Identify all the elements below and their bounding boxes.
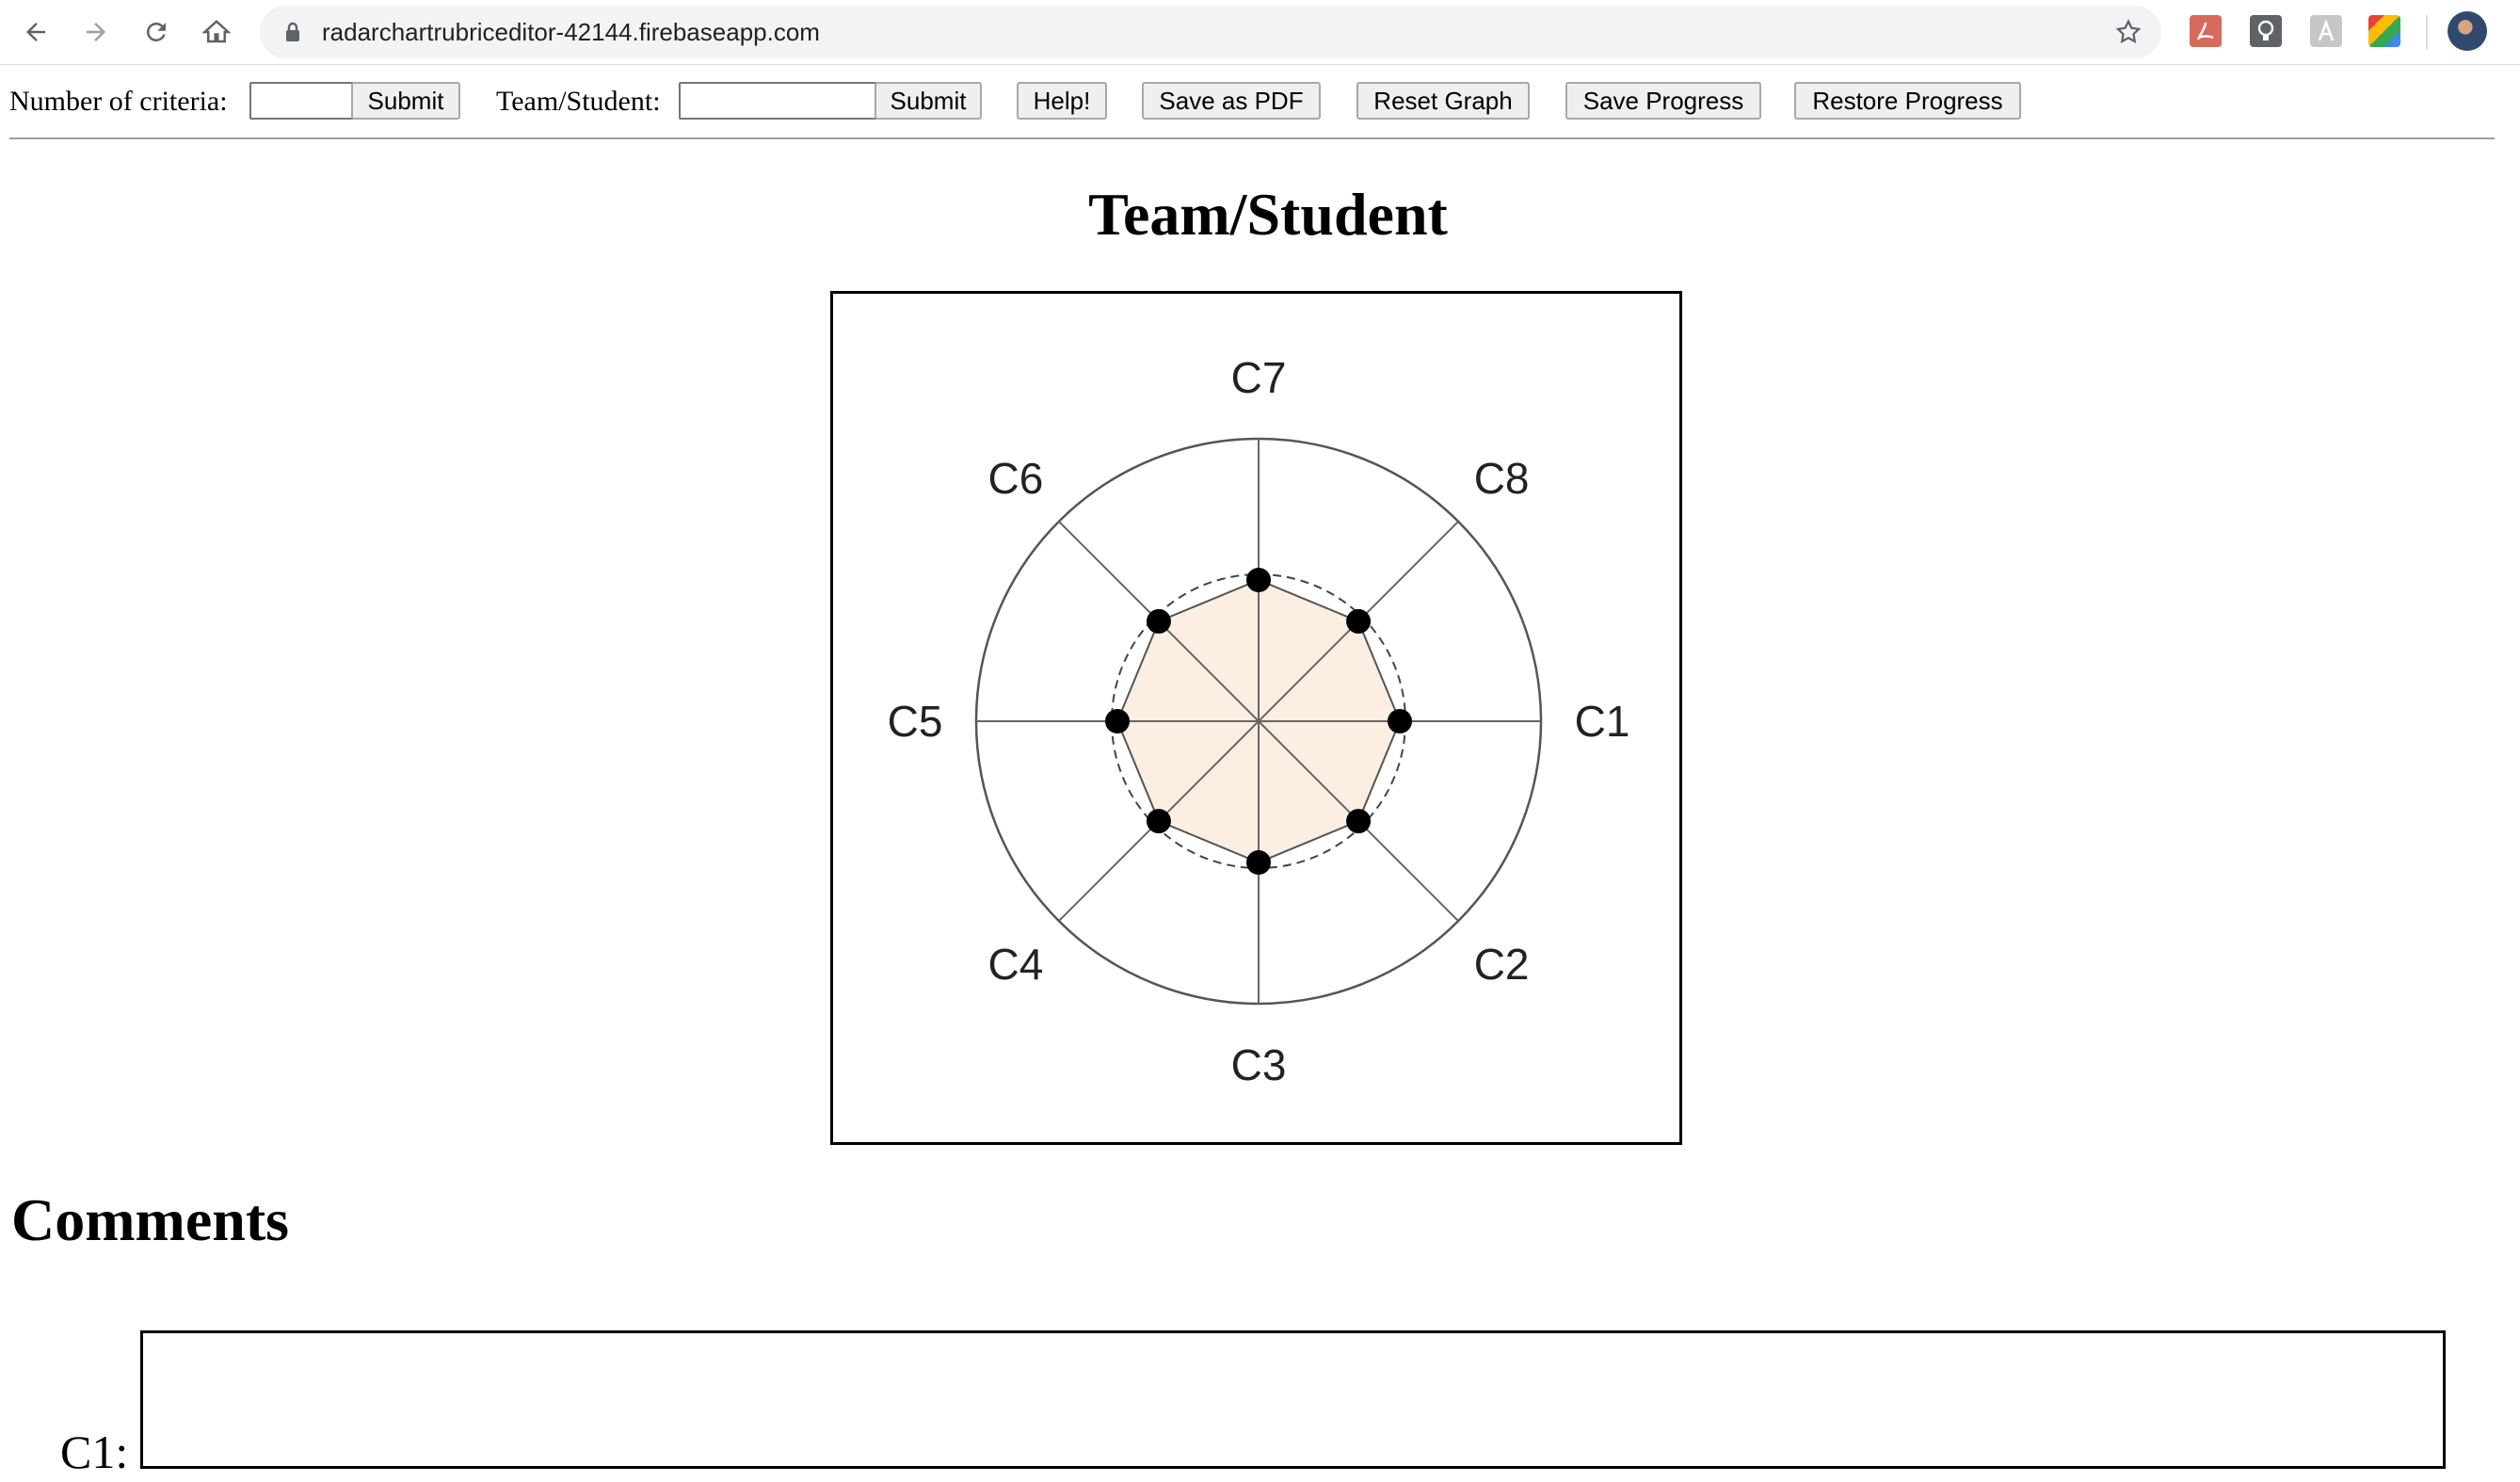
back-arrow-icon[interactable] [15,11,56,53]
comments-heading: Comments [11,1186,290,1253]
radar-point-c3[interactable] [1246,850,1271,875]
radar-label-c2: C2 [1474,940,1530,989]
pdf-extension-icon[interactable] [2190,15,2222,47]
radar-chart-frame: C1 C2 C3 C4 C5 C6 C7 C8 [830,291,1682,1145]
reset-graph-button[interactable]: Reset Graph [1356,82,1530,120]
save-pdf-button[interactable]: Save as PDF [1142,82,1321,120]
radar-label-c8: C8 [1474,454,1530,503]
radar-label-c4: C4 [987,940,1043,989]
criteria-input[interactable] [249,82,353,120]
lightbulb-extension-icon[interactable] [2250,15,2282,47]
toolbar-divider-rule [9,137,2495,139]
profile-avatar[interactable] [2448,11,2487,51]
comment-input-c1[interactable] [140,1330,2446,1469]
radar-chart[interactable]: C1 C2 C3 C4 C5 C6 C7 C8 [833,294,1679,1142]
toolbar-divider [2426,15,2428,49]
forward-arrow-icon[interactable] [75,11,117,53]
controls-toolbar: Number of criteria: Submit Team/Student:… [0,77,2520,128]
criteria-submit-button[interactable]: Submit [351,82,460,120]
home-icon[interactable] [196,11,237,53]
lock-icon [284,21,301,48]
color-extension-icon[interactable] [2368,15,2400,47]
url-text: radarchartrubriceditor-42144.firebaseapp… [322,18,820,46]
comment-label-c1: C1: [60,1426,129,1478]
address-bar[interactable]: radarchartrubriceditor-42144.firebaseapp… [260,6,2161,58]
radar-label-c3: C3 [1231,1040,1287,1089]
restore-progress-button[interactable]: Restore Progress [1794,82,2021,120]
radar-label-c7: C7 [1231,353,1287,402]
radar-point-c1[interactable] [1388,709,1412,733]
team-student-label: Team/Student: [496,86,661,117]
a-extension-icon[interactable] [2310,15,2342,47]
criteria-label: Number of criteria: [9,86,228,117]
radar-point-c2[interactable] [1346,809,1372,834]
browser-toolbar: radarchartrubriceditor-42144.firebaseapp… [0,0,2520,65]
reload-icon[interactable] [136,11,177,53]
radar-point-c7[interactable] [1246,568,1271,592]
radar-label-c5: C5 [888,697,943,746]
help-button[interactable]: Help! [1017,82,1107,120]
radar-point-c4[interactable] [1146,809,1171,834]
radar-point-c8[interactable] [1346,608,1372,634]
radar-label-c6: C6 [987,454,1043,503]
save-progress-button[interactable]: Save Progress [1565,82,1761,120]
page-title: Team/Student [1088,181,1448,248]
radar-point-c6[interactable] [1146,608,1171,634]
bookmark-star-icon[interactable] [2114,18,2143,51]
team-student-input[interactable] [679,82,876,120]
radar-label-c1: C1 [1575,697,1630,746]
team-submit-button[interactable]: Submit [875,82,982,120]
radar-point-c5[interactable] [1105,709,1130,733]
